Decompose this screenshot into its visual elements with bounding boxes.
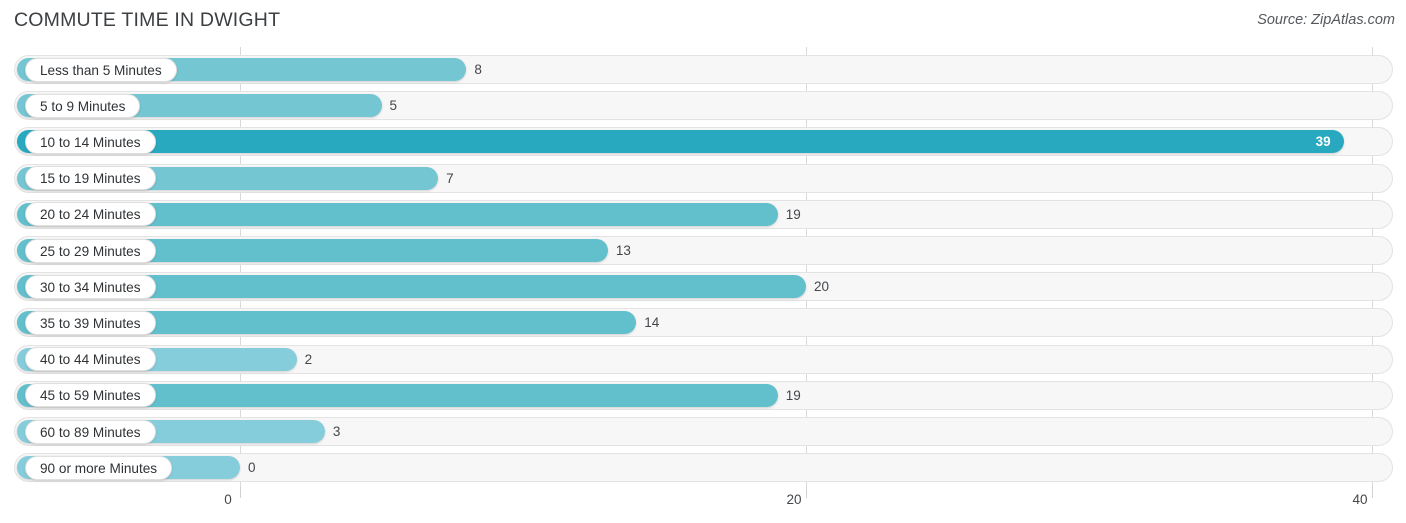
category-label: 20 to 24 Minutes bbox=[25, 202, 156, 227]
bar-row[interactable]: 19 45 to 59 Minutes bbox=[14, 380, 1393, 410]
bar[interactable]: 39 bbox=[17, 130, 1344, 154]
bar-value-label: 20 bbox=[814, 279, 830, 295]
bar-row[interactable]: 13 25 to 29 Minutes bbox=[14, 236, 1393, 265]
x-tick-mark bbox=[240, 487, 241, 498]
bar-value-label: 0 bbox=[248, 460, 256, 476]
bar-row[interactable]: 5 5 to 9 Minutes bbox=[14, 91, 1393, 121]
bar-row[interactable]: 14 35 to 39 Minutes bbox=[14, 308, 1393, 338]
bar-rows: 8 Less than 5 Minutes 5 5 to 9 Minutes 39 10 … bbox=[0, 47, 1406, 487]
category-label: Less than 5 Minutes bbox=[25, 57, 177, 82]
x-tick-mark bbox=[806, 487, 807, 498]
x-axis: 0 20 40 bbox=[0, 487, 1406, 523]
bar-row[interactable]: 8 Less than 5 Minutes bbox=[14, 55, 1393, 84]
x-tick-mark bbox=[1372, 487, 1373, 498]
bar-value-label: 19 bbox=[785, 206, 801, 222]
category-label: 90 or more Minutes bbox=[25, 455, 173, 480]
chart-plot-area: 8 Less than 5 Minutes 5 5 to 9 Minutes 39 10 … bbox=[0, 47, 1406, 487]
x-tick-label: 40 bbox=[1352, 492, 1368, 507]
bar-value-label: 5 bbox=[389, 98, 398, 114]
category-label: 45 to 59 Minutes bbox=[25, 383, 156, 408]
bar-row[interactable]: 3 60 to 89 Minutes bbox=[14, 417, 1393, 446]
bar-row[interactable]: 39 10 to 14 Minutes bbox=[14, 127, 1393, 157]
bar-row[interactable]: 19 20 to 24 Minutes bbox=[14, 199, 1393, 229]
bar-row[interactable]: 0 90 or more Minutes bbox=[14, 453, 1393, 483]
bar-row[interactable]: 20 30 to 34 Minutes bbox=[14, 272, 1393, 302]
bar-value-label: 7 bbox=[446, 170, 454, 186]
chart-header: COMMUTE TIME IN DWIGHT Source: ZipAtlas.… bbox=[0, 0, 1406, 46]
bar-value-label: 13 bbox=[615, 243, 631, 258]
category-label: 30 to 34 Minutes bbox=[25, 274, 156, 299]
x-tick-label: 0 bbox=[224, 492, 232, 507]
category-label: 5 to 9 Minutes bbox=[25, 93, 141, 118]
bar-value-label: 14 bbox=[644, 315, 660, 331]
bar-value-label: 39 bbox=[1315, 134, 1331, 150]
category-label: 15 to 19 Minutes bbox=[25, 166, 156, 191]
category-label: 35 to 39 Minutes bbox=[25, 310, 156, 335]
bar-value-label: 19 bbox=[785, 387, 801, 403]
category-label: 25 to 29 Minutes bbox=[25, 238, 156, 263]
bar-row[interactable]: 7 15 to 19 Minutes bbox=[14, 163, 1393, 193]
bar-value-label: 2 bbox=[304, 351, 313, 367]
source-attribution: Source: ZipAtlas.com bbox=[1257, 12, 1395, 28]
bar-value-label: 8 bbox=[474, 62, 482, 77]
bar-row[interactable]: 2 40 to 44 Minutes bbox=[14, 344, 1393, 374]
bar-value-label: 3 bbox=[332, 424, 341, 439]
category-label: 40 to 44 Minutes bbox=[25, 347, 156, 372]
page-title: COMMUTE TIME IN DWIGHT bbox=[14, 9, 281, 31]
category-label: 10 to 14 Minutes bbox=[25, 129, 156, 154]
x-tick-label: 20 bbox=[786, 492, 802, 507]
category-label: 60 to 89 Minutes bbox=[25, 419, 156, 444]
